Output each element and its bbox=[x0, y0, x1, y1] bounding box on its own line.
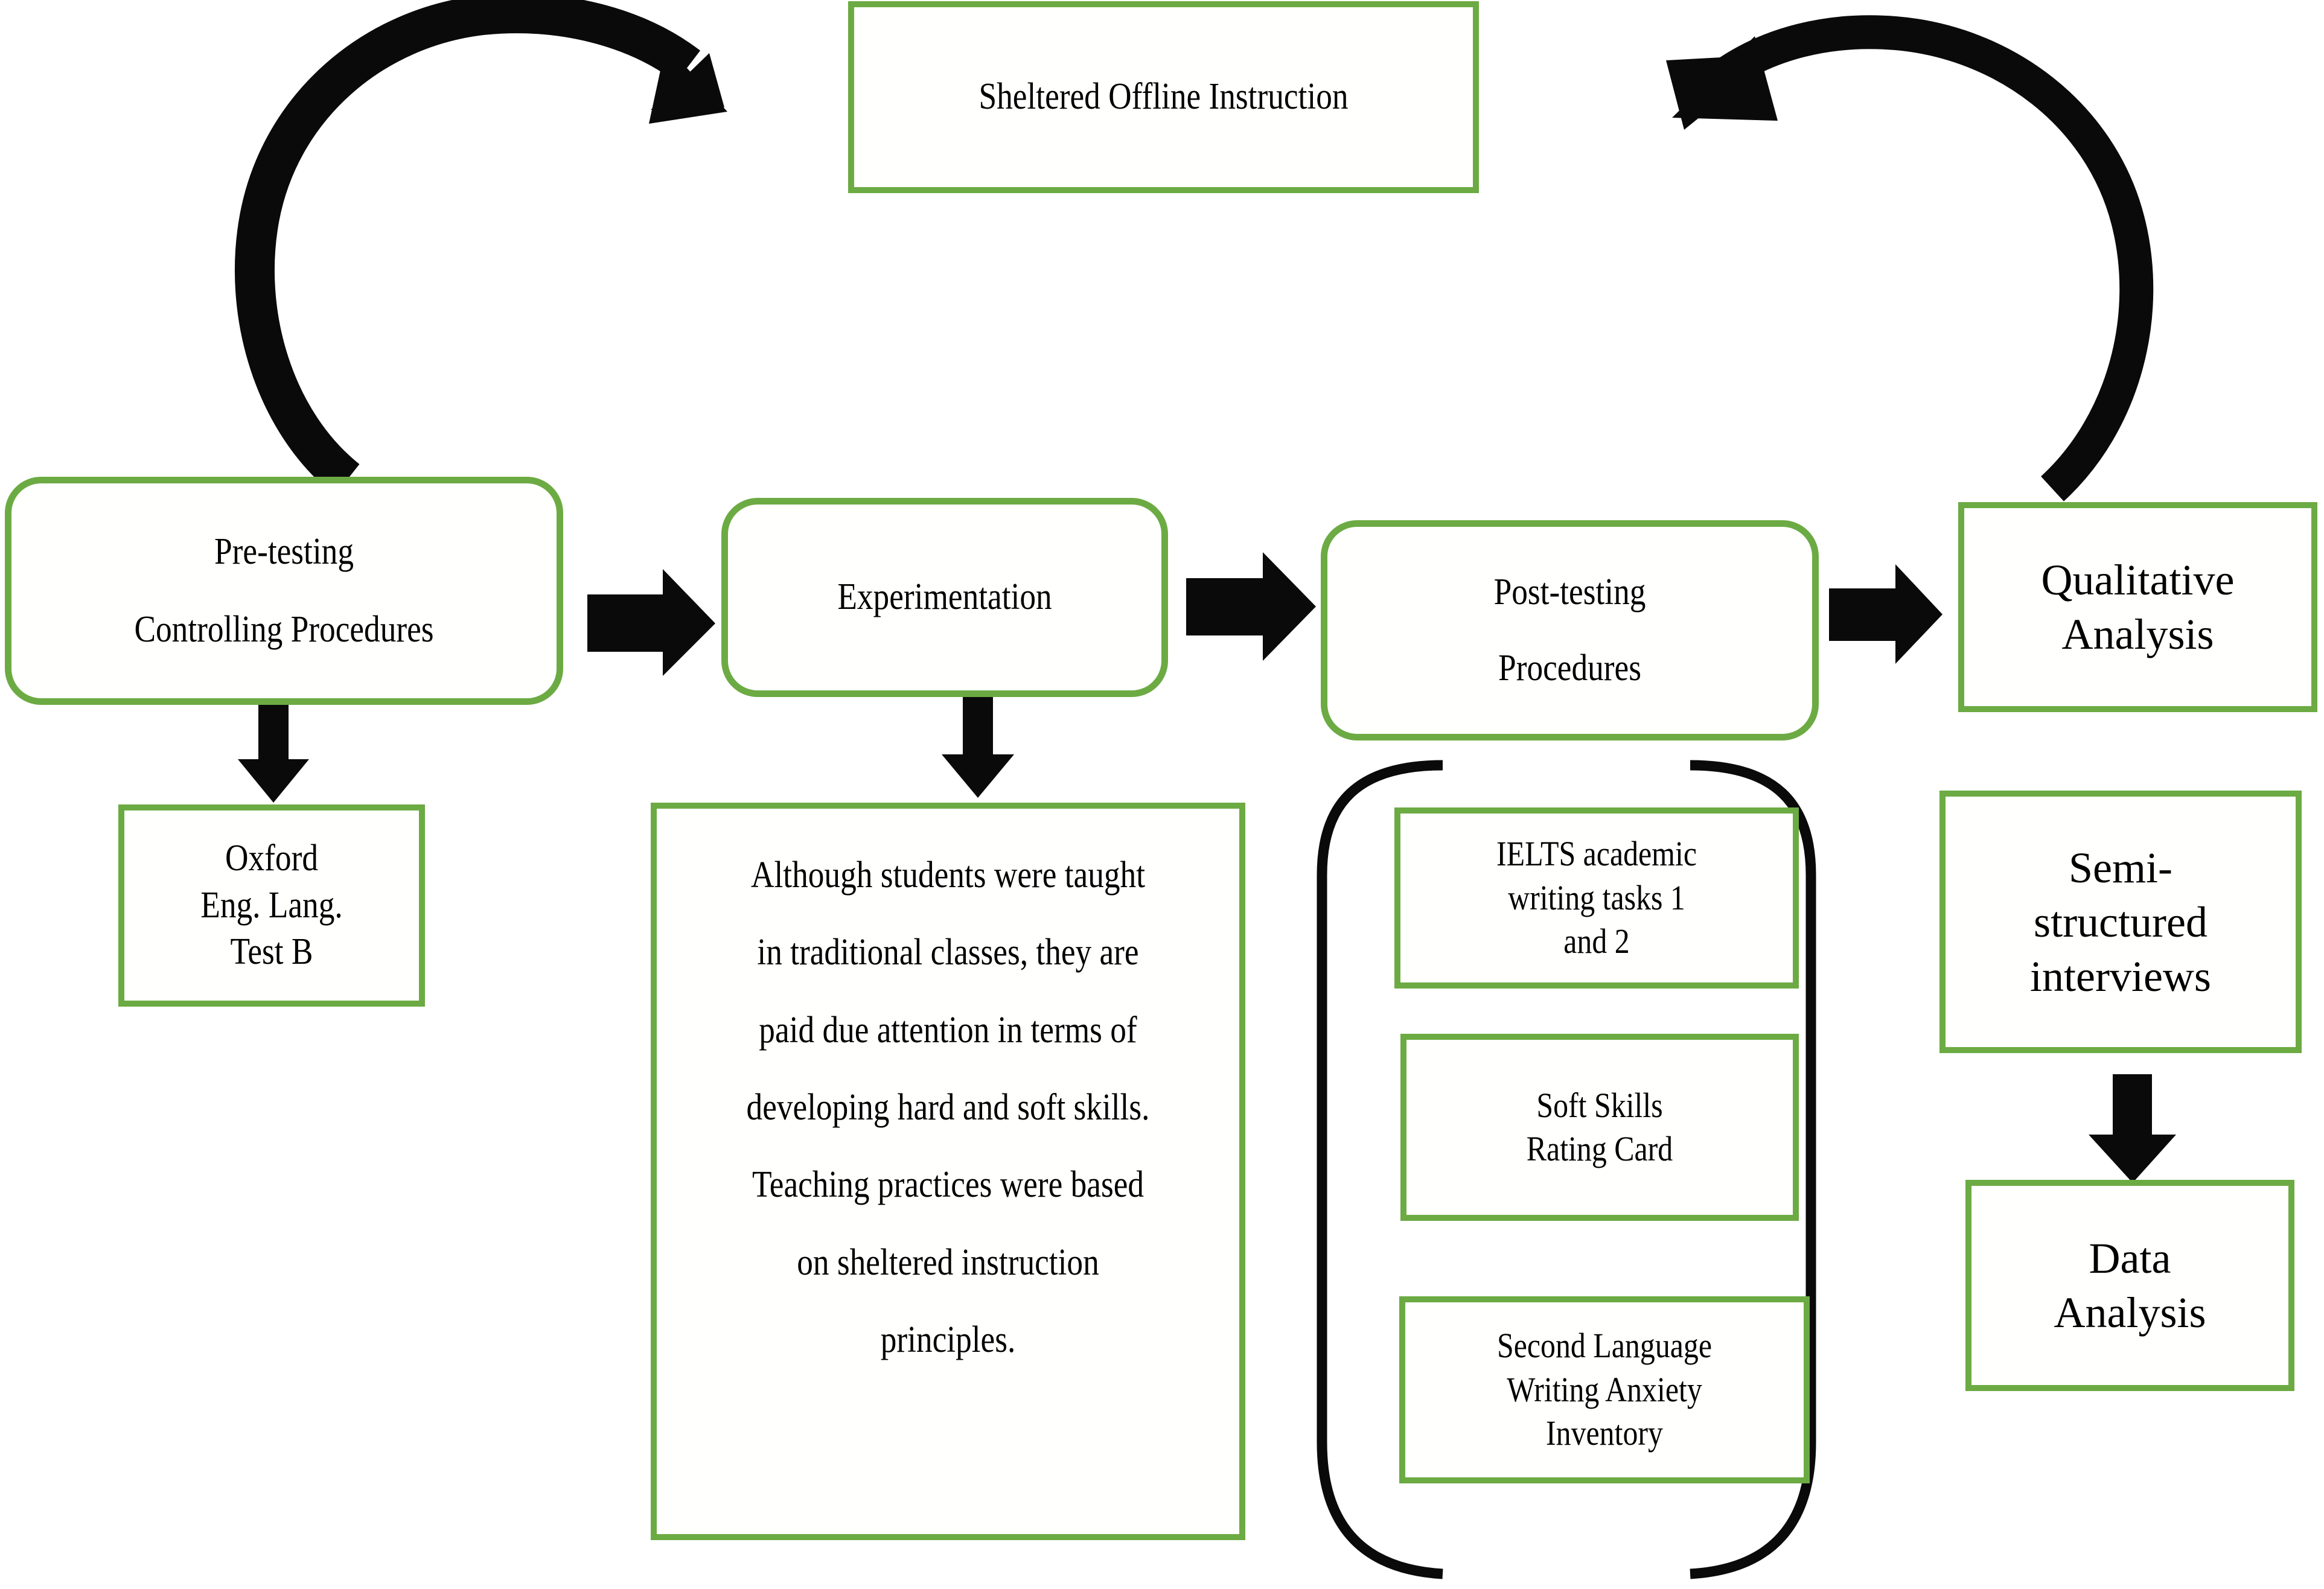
ielts-line-2: writing tasks 1 bbox=[1508, 877, 1685, 917]
oxford-test-line-2: Eng. Lang. bbox=[200, 884, 343, 926]
node-pre-testing[interactable]: Pre-testing Controlling Procedures bbox=[5, 477, 563, 705]
data-analysis-line-2: Analysis bbox=[2054, 1288, 2206, 1337]
soft-skills-line-2: Rating Card bbox=[1526, 1129, 1673, 1168]
arrow-semistructured-to-dataanalysis bbox=[2089, 1074, 2176, 1183]
sheltered-offline-instruction-label: Sheltered Offline Instruction bbox=[978, 76, 1349, 118]
swai-line-2: Writing Anxiety bbox=[1507, 1369, 1702, 1409]
pre-testing-line-1: Pre-testing bbox=[214, 530, 354, 572]
arrow-posttesting-to-qualitative bbox=[1829, 564, 1943, 664]
arrow-experimentation-to-posttesting bbox=[1186, 552, 1316, 661]
arrow-pretesting-to-oxford bbox=[238, 703, 309, 803]
arrow-pretesting-to-experimentation bbox=[587, 569, 715, 676]
node-sheltered-offline-instruction[interactable]: Sheltered Offline Instruction bbox=[848, 1, 1479, 193]
node-data-analysis[interactable]: Data Analysis bbox=[1965, 1180, 2294, 1391]
oxford-test-line-1: Oxford bbox=[225, 838, 318, 879]
post-testing-line-2: Procedures bbox=[1498, 647, 1641, 689]
post-testing-line-1: Post-testing bbox=[1493, 572, 1646, 613]
node-semi-structured-interviews[interactable]: Semi- structured interviews bbox=[1939, 791, 2302, 1053]
semi-structured-line-3: interviews bbox=[2030, 952, 2211, 1001]
oxford-test-line-3: Test B bbox=[230, 931, 313, 973]
ielts-line-1: IELTS academic bbox=[1496, 834, 1697, 874]
node-ielts-writing-tasks[interactable]: IELTS academic writing tasks 1 and 2 bbox=[1394, 807, 1799, 989]
qualitative-analysis-line-1: Qualitative bbox=[2041, 556, 2235, 604]
data-analysis-line-1: Data bbox=[2089, 1234, 2171, 1282]
swai-line-3: Inventory bbox=[1546, 1413, 1663, 1453]
diagram-canvas: Sheltered Offline Instruction Pre-testin… bbox=[0, 0, 2324, 1589]
soft-skills-line-1: Soft Skills bbox=[1536, 1085, 1663, 1125]
qualitative-analysis-line-2: Analysis bbox=[2061, 610, 2214, 658]
experimentation-note-text: Although students were taught in traditi… bbox=[746, 855, 1150, 1360]
arrow-experimentation-to-note bbox=[942, 697, 1014, 798]
node-writing-anxiety-inventory[interactable]: Second Language Writing Anxiety Inventor… bbox=[1399, 1296, 1810, 1483]
curved-arrow-pretesting-to-instruction bbox=[234, 0, 727, 495]
swai-line-1: Second Language bbox=[1497, 1326, 1712, 1366]
node-soft-skills-rating-card[interactable]: Soft Skills Rating Card bbox=[1400, 1034, 1799, 1221]
experimentation-label: Experimentation bbox=[837, 576, 1052, 618]
node-qualitative-analysis[interactable]: Qualitative Analysis bbox=[1958, 502, 2317, 712]
semi-structured-line-2: structured bbox=[2034, 897, 2207, 946]
node-oxford-test[interactable]: Oxford Eng. Lang. Test B bbox=[118, 804, 425, 1007]
node-experimentation-note[interactable]: Although students were taught in traditi… bbox=[651, 803, 1245, 1540]
pre-testing-line-2: Controlling Procedures bbox=[134, 609, 434, 650]
node-post-testing[interactable]: Post-testing Procedures bbox=[1321, 520, 1819, 740]
semi-structured-line-1: Semi- bbox=[2069, 843, 2172, 892]
ielts-line-3: and 2 bbox=[1563, 922, 1630, 961]
node-experimentation[interactable]: Experimentation bbox=[721, 498, 1168, 697]
curved-arrow-qualitative-to-instruction bbox=[1666, 15, 2154, 502]
